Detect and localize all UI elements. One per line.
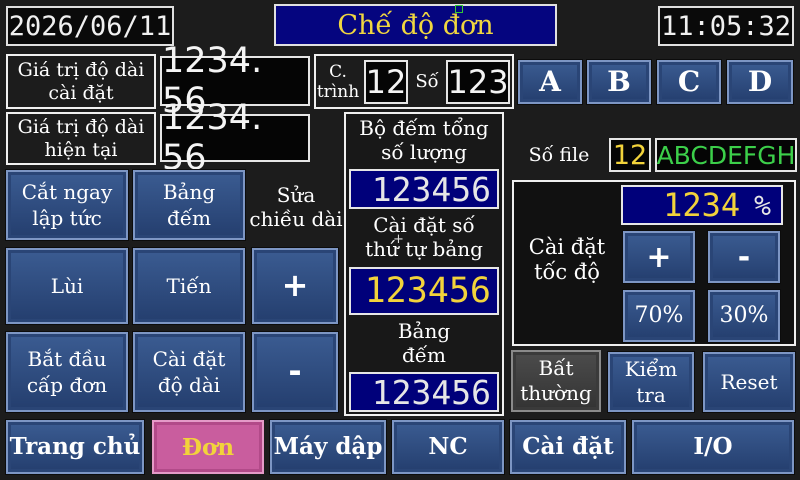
speed-value-text: 1234 xyxy=(663,186,741,224)
speed-value[interactable]: 1234 % xyxy=(621,185,783,225)
title-handle-icon xyxy=(455,5,463,13)
date-display: 2026/06/11 xyxy=(6,6,174,46)
sequence-label: Cài đặt số thứ tự bảng xyxy=(365,213,483,261)
board-count-value: 123456 xyxy=(349,372,499,412)
file-name[interactable]: ABCDEFGH xyxy=(655,138,797,172)
file-number[interactable]: 12 xyxy=(609,138,651,172)
speed-minus-button[interactable]: - xyxy=(708,231,780,283)
program-number-value[interactable]: 123 xyxy=(446,60,510,104)
total-counter-label: Bộ đếm tổng số lượng xyxy=(359,116,489,164)
total-counter-value: 123456 xyxy=(349,169,499,209)
forward-button[interactable]: Tiến xyxy=(133,248,245,324)
time-display: 11:05:32 xyxy=(658,6,794,46)
set-length-button[interactable]: Cài đặt độ dài xyxy=(133,332,245,412)
program-label: C. trình xyxy=(316,61,360,102)
nav-nc-button[interactable]: NC xyxy=(392,420,504,474)
nav-io-button[interactable]: I/O xyxy=(632,420,794,474)
nav-settings-button[interactable]: Cài đặt xyxy=(510,420,626,474)
edit-length-label: Sửa chiều dài xyxy=(249,183,343,231)
sequence-value[interactable]: 123456 xyxy=(349,267,499,315)
page-title: Chế độ đơn xyxy=(274,4,557,46)
current-length-value: 1234. 56 xyxy=(160,98,310,178)
speed-preset-70-button[interactable]: 70% xyxy=(623,290,695,342)
speed-label: Cài đặt tốc độ xyxy=(528,234,606,284)
mode-c-button[interactable]: C xyxy=(657,60,721,104)
program-number-label: Số xyxy=(415,71,439,93)
mode-b-button[interactable]: B xyxy=(587,60,651,104)
mode-d-button[interactable]: D xyxy=(727,60,793,104)
board-count-button[interactable]: Bảng đếm xyxy=(133,170,245,240)
start-feed-button[interactable]: Bắt đầu cấp đơn xyxy=(6,332,128,412)
program-value[interactable]: 12 xyxy=(364,60,408,104)
nav-home-button[interactable]: Trang chủ xyxy=(6,420,144,474)
nav-single-mode-button[interactable]: Đơn xyxy=(152,420,264,474)
length-plus-button[interactable]: + xyxy=(252,248,338,324)
set-length-label: Giá trị độ dài cài đặt xyxy=(6,54,156,109)
board-count-label: Bảng đếm xyxy=(397,319,451,367)
speed-unit: % xyxy=(754,188,771,222)
check-button[interactable]: Kiểm tra xyxy=(608,352,694,412)
speed-plus-button[interactable]: + xyxy=(623,231,695,283)
abnormal-button[interactable]: Bất thường xyxy=(511,350,601,412)
mode-a-button[interactable]: A xyxy=(518,60,582,104)
speed-preset-30-button[interactable]: 30% xyxy=(708,290,780,342)
nav-press-button[interactable]: Máy dập xyxy=(270,420,386,474)
file-label: Số file xyxy=(528,143,590,166)
back-button[interactable]: Lùi xyxy=(6,248,128,324)
page-title-text: Chế độ đơn xyxy=(337,9,494,41)
cut-now-button[interactable]: Cắt ngay lập tức xyxy=(6,170,128,240)
length-minus-button[interactable]: - xyxy=(252,332,338,412)
reset-button[interactable]: Reset xyxy=(703,352,795,412)
current-length-label: Giá trị độ dài hiện tại xyxy=(6,112,156,165)
crosshair-icon: + xyxy=(393,232,404,247)
